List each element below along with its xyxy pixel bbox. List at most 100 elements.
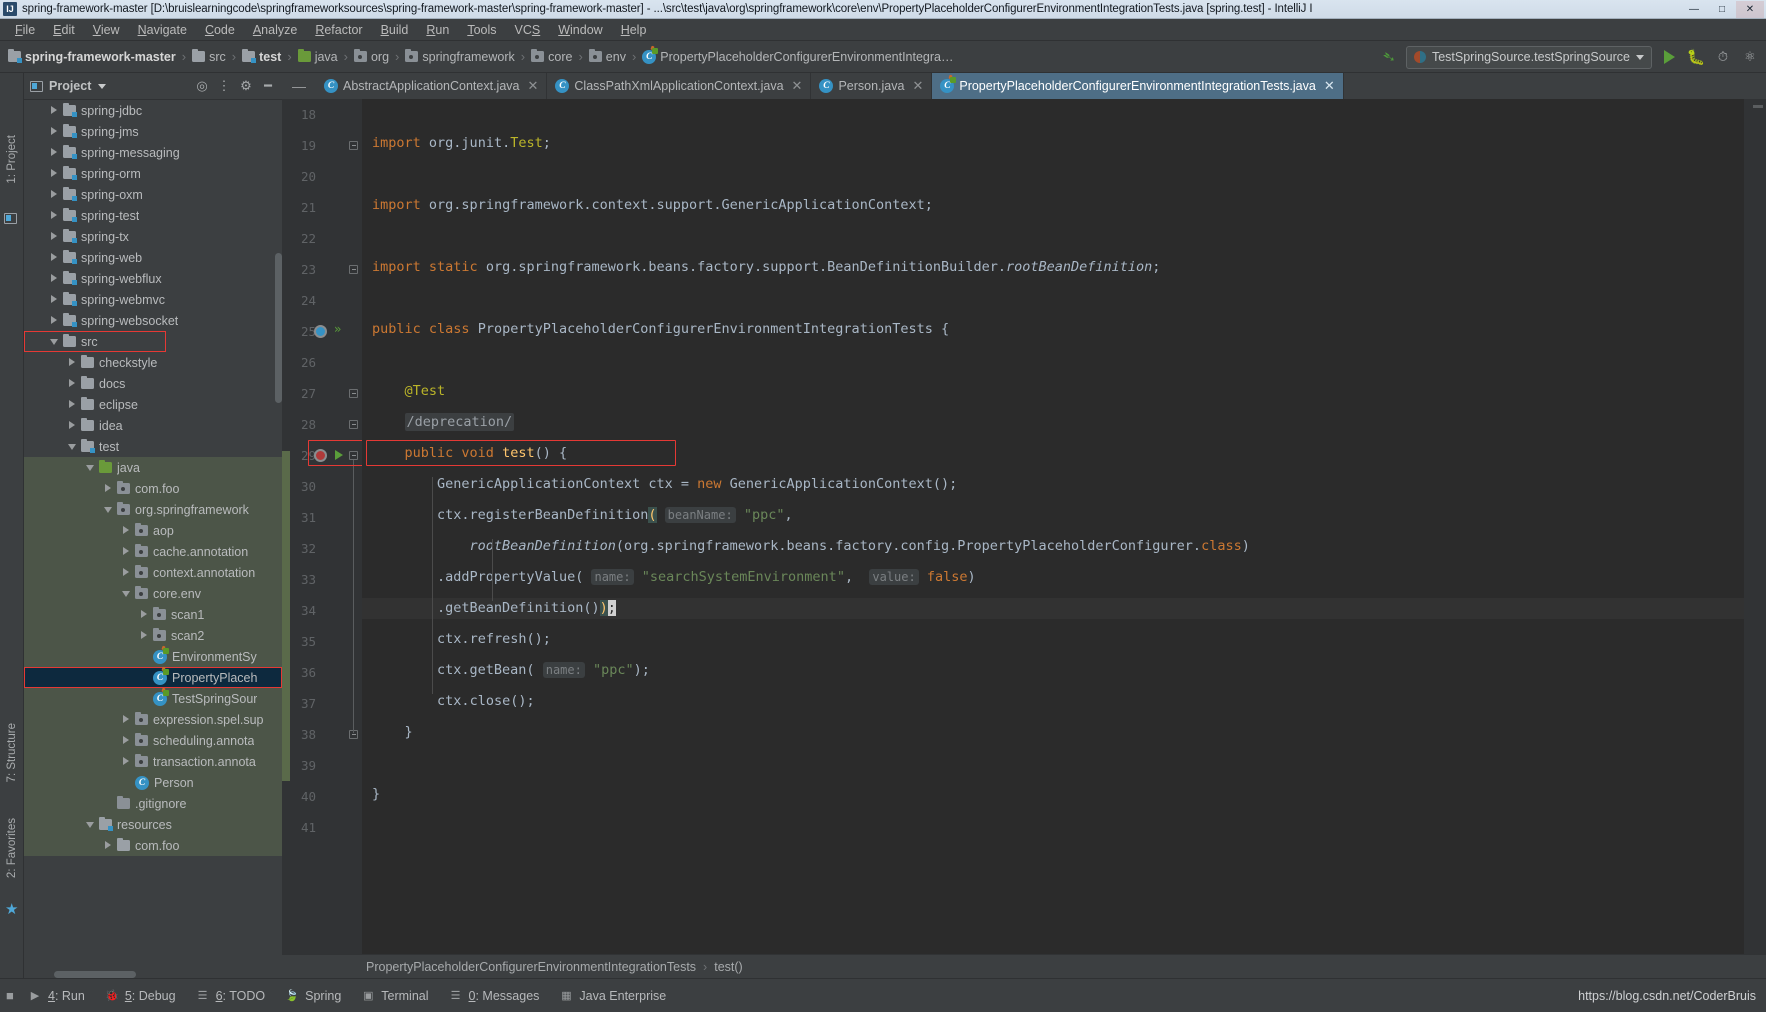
code-line-22[interactable] (362, 226, 372, 247)
code-line-36[interactable]: ctx.getBean( name: "ppc"); (362, 660, 650, 681)
tree-node-eclipse[interactable]: eclipse (24, 394, 282, 415)
navbar-crumb-org[interactable]: org (353, 48, 389, 64)
run-with-coverage-icon[interactable]: ⏱ (1713, 47, 1733, 67)
chevron-right-icon[interactable] (50, 127, 59, 136)
tree-node-org-springframework[interactable]: org.springframework (24, 499, 282, 520)
chevron-down-icon[interactable] (68, 442, 77, 451)
chevron-right-icon[interactable] (104, 841, 113, 850)
editor-tab-propertyplaceholderconfigurerenvironmentintegrationtests-java[interactable]: C PropertyPlaceholderConfigurerEnvironmen… (932, 73, 1344, 99)
tree-node-scan1[interactable]: scan1 (24, 604, 282, 625)
tree-node-spring-webflux[interactable]: spring-webflux (24, 268, 282, 289)
tree-horizontal-scrollbar[interactable] (24, 971, 282, 978)
profile-icon[interactable]: ⚛ (1740, 47, 1760, 67)
menu-item-help[interactable]: Help (612, 21, 656, 39)
menu-item-window[interactable]: Window (549, 21, 611, 39)
tree-node-context-annotation[interactable]: context.annotation (24, 562, 282, 583)
navbar-crumb-springframework[interactable]: springframework (405, 48, 515, 64)
code-line-41[interactable] (362, 815, 372, 836)
bottom-tool-terminal[interactable]: ▣ Terminal (361, 989, 428, 1003)
breadcrumb-method[interactable]: test() (714, 960, 742, 974)
tree-node-environmentsy[interactable]: C EnvironmentSy (24, 646, 282, 667)
menu-item-vcs[interactable]: VCS (506, 21, 550, 39)
chevron-right-icon[interactable] (50, 211, 59, 220)
tree-node-spring-messaging[interactable]: spring-messaging (24, 142, 282, 163)
code-line-35[interactable]: ctx.refresh(); (362, 629, 551, 650)
error-stripe-gutter[interactable] (1744, 99, 1766, 954)
chevron-right-icon[interactable] (104, 484, 113, 493)
code-text[interactable]: import org.junit.Test; import org.springf… (362, 99, 1744, 954)
code-editor[interactable]: 18 19 20 21 22 23 24 25 26 27 28 29 30 31 32 33 34 35 36 37… (282, 99, 1766, 954)
code-line-20[interactable] (362, 164, 372, 185)
navbar-crumb-core[interactable]: core (531, 48, 572, 64)
code-line-32[interactable]: rootBeanDefinition(org.springframework.b… (362, 536, 1250, 557)
tree-node-test[interactable]: test (24, 436, 282, 457)
tree-node-docs[interactable]: docs (24, 373, 282, 394)
menu-item-edit[interactable]: Edit (44, 21, 84, 39)
code-line-19[interactable]: import org.junit.Test; (362, 133, 551, 154)
chevron-right-icon[interactable] (68, 358, 77, 367)
tree-vertical-scrollbar[interactable] (275, 253, 282, 403)
tree-node-spring-test[interactable]: spring-test (24, 205, 282, 226)
tree-node-transaction-annota[interactable]: transaction.annota (24, 751, 282, 772)
chevron-down-icon[interactable] (86, 820, 95, 829)
bottom-tool-5--debug[interactable]: 🐞 5: Debug (105, 989, 176, 1003)
chevron-right-icon[interactable] (122, 736, 131, 745)
tree-node-spring-jms[interactable]: spring-jms (24, 121, 282, 142)
chevron-right-icon[interactable] (122, 715, 131, 724)
bottom-tool-0--messages[interactable]: ☰ 0: Messages (449, 989, 540, 1003)
chevron-right-icon[interactable] (50, 232, 59, 241)
menu-item-analyze[interactable]: Analyze (244, 21, 306, 39)
menu-item-code[interactable]: Code (196, 21, 244, 39)
run-class-gutter-icon[interactable] (314, 325, 327, 338)
toolwindow-toggle-icon[interactable]: ■ (6, 988, 14, 1003)
code-line-34[interactable]: .getBeanDefinition()); (362, 598, 616, 619)
chevron-right-icon[interactable] (50, 169, 59, 178)
chevron-right-icon[interactable] (122, 526, 131, 535)
chevron-right-icon[interactable] (50, 253, 59, 262)
close-icon[interactable]: ✕ (792, 78, 803, 94)
tree-node-propertyplaceh[interactable]: C PropertyPlaceh (24, 667, 282, 688)
code-line-30[interactable]: GenericApplicationContext ctx = new Gene… (362, 474, 957, 495)
menu-item-file[interactable]: File (6, 21, 44, 39)
chevron-right-icon[interactable] (122, 757, 131, 766)
locate-icon[interactable]: ◎ (194, 78, 210, 94)
tree-node-java[interactable]: java (24, 457, 282, 478)
chevron-down-icon[interactable] (50, 337, 59, 346)
chevron-right-icon[interactable] (50, 190, 59, 199)
editor-gutter[interactable]: 18 19 20 21 22 23 24 25 26 27 28 29 30 31 32 33 34 35 36 37… (290, 99, 370, 954)
code-line-25[interactable]: public class PropertyPlaceholderConfigur… (362, 319, 949, 340)
tree-node-com-foo[interactable]: com.foo (24, 478, 282, 499)
collapse-all-icon[interactable]: ⋮ (216, 78, 232, 94)
chevron-right-icon[interactable] (50, 295, 59, 304)
chevron-right-icon[interactable] (68, 421, 77, 430)
debug-icon[interactable]: 🐛 (1686, 47, 1706, 67)
chevron-right-icon[interactable] (68, 379, 77, 388)
tree-node-aop[interactable]: aop (24, 520, 282, 541)
chevron-right-icon[interactable] (50, 316, 59, 325)
chevron-down-icon[interactable] (104, 505, 113, 514)
bottom-tool-6--todo[interactable]: ☰ 6: TODO (196, 989, 266, 1003)
menu-item-refactor[interactable]: Refactor (306, 21, 371, 39)
tree-node-core-env[interactable]: core.env (24, 583, 282, 604)
maximize-button[interactable]: □ (1708, 1, 1736, 18)
tree-node-idea[interactable]: idea (24, 415, 282, 436)
tree-node-scheduling-annota[interactable]: scheduling.annota (24, 730, 282, 751)
menu-item-run[interactable]: Run (417, 21, 458, 39)
chevron-right-icon[interactable] (122, 568, 131, 577)
tree-node-spring-tx[interactable]: spring-tx (24, 226, 282, 247)
code-fold-toggle-icon[interactable] (349, 420, 358, 429)
project-tree[interactable]: spring-jdbc spring-jms spring-messaging spr… (24, 100, 282, 978)
code-line-38[interactable]: } (362, 722, 413, 743)
tree-node-testspringsour[interactable]: C TestSpringSour (24, 688, 282, 709)
tree-node-spring-oxm[interactable]: spring-oxm (24, 184, 282, 205)
navbar-crumb-env[interactable]: env (588, 48, 626, 64)
tree-node-spring-jdbc[interactable]: spring-jdbc (24, 100, 282, 121)
chevron-right-icon[interactable] (122, 547, 131, 556)
tree-node-src[interactable]: src (24, 331, 166, 352)
tree-node-spring-orm[interactable]: spring-orm (24, 163, 282, 184)
settings-gear-icon[interactable]: ⚙ (238, 78, 254, 94)
tree-node-person[interactable]: C Person (24, 772, 282, 793)
run-icon[interactable] (1659, 47, 1679, 67)
breadcrumb-class[interactable]: PropertyPlaceholderConfigurerEnvironment… (366, 960, 696, 974)
bottom-tool-4--run[interactable]: ▶ 4: Run (28, 989, 85, 1003)
